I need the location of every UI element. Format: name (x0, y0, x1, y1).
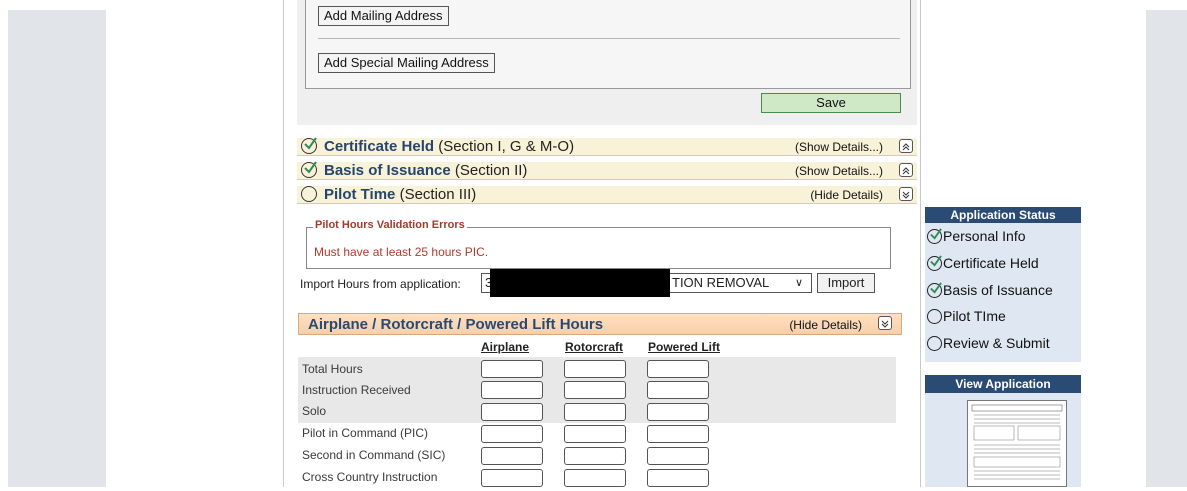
column-header-powered-lift: Powered Lift (648, 340, 721, 354)
status-item-personal-info[interactable]: Personal Info (927, 228, 1026, 244)
left-gutter (8, 10, 106, 487)
hours-input[interactable] (647, 381, 709, 399)
empty-circle-icon (927, 309, 942, 324)
hours-input[interactable] (564, 447, 626, 465)
document-preview-icon (971, 404, 1063, 480)
section-title: Pilot Time (324, 186, 396, 203)
status-item-label: Basis of Issuance (943, 282, 1053, 298)
column-header-airplane: Airplane (481, 340, 530, 354)
row-label: Second in Command (SIC) (302, 448, 446, 462)
show-details-link[interactable]: (Show Details...) (795, 140, 883, 154)
check-circle-icon (301, 137, 317, 154)
status-item-label: Review & Submit (943, 335, 1050, 351)
check-circle-icon (301, 161, 317, 178)
row-label: Pilot in Command (PIC) (302, 426, 429, 440)
redaction-block (490, 269, 670, 297)
status-item-certificate-held[interactable]: Certificate Held (927, 255, 1039, 271)
hours-input[interactable] (564, 381, 626, 399)
row-label: Total Hours (302, 362, 363, 376)
section-title: Basis of Issuance (324, 162, 451, 179)
hours-section-header[interactable]: Airplane / Rotorcraft / Powered Lift Hou… (298, 313, 902, 335)
hide-details-link[interactable]: (Hide Details) (789, 318, 862, 332)
hours-input[interactable] (564, 360, 626, 378)
status-item-pilot-time[interactable]: Pilot TIme (927, 308, 1006, 324)
collapse-toggle-icon[interactable] (899, 139, 913, 153)
validation-errors-legend: Pilot Hours Validation Errors (313, 219, 467, 231)
empty-circle-icon (301, 186, 317, 202)
import-button[interactable]: Import (817, 273, 875, 293)
hours-input[interactable] (481, 381, 543, 399)
hours-input[interactable] (647, 447, 709, 465)
column-header-rotorcraft: Rotorcraft (565, 340, 624, 354)
status-item-review-submit[interactable]: Review & Submit (927, 335, 1050, 351)
hours-input[interactable] (647, 360, 709, 378)
import-hours-label: Import Hours from application: (300, 277, 461, 291)
add-special-mailing-address-button[interactable]: Add Special Mailing Address (318, 53, 495, 73)
application-status-title: Application Status (925, 207, 1081, 223)
save-button[interactable]: Save (761, 93, 901, 113)
validation-error-message: Must have at least 25 hours PIC. (314, 245, 489, 259)
status-item-label: Pilot TIme (943, 308, 1006, 324)
section-subtitle: (Section I, G & M-O) (438, 138, 575, 155)
section-title: Certificate Held (324, 138, 435, 155)
check-circle-icon (927, 282, 942, 298)
hours-input[interactable] (564, 425, 626, 443)
hide-details-link[interactable]: (Hide Details) (810, 188, 883, 202)
hours-input[interactable] (647, 403, 709, 421)
hours-input[interactable] (481, 403, 543, 421)
hours-input[interactable] (564, 403, 626, 421)
row-label: Instruction Received (302, 383, 411, 397)
hours-input[interactable] (564, 469, 626, 487)
section-subtitle: (Section II) (454, 162, 528, 179)
status-item-basis-of-issuance[interactable]: Basis of Issuance (927, 282, 1053, 298)
application-thumbnail[interactable] (967, 400, 1067, 487)
hours-input[interactable] (481, 360, 543, 378)
check-circle-icon (927, 255, 942, 271)
right-gutter (1146, 10, 1187, 487)
hours-input[interactable] (647, 425, 709, 443)
view-application-title: View Application (925, 375, 1081, 393)
add-mailing-address-button[interactable]: Add Mailing Address (318, 6, 449, 26)
row-label: Solo (302, 404, 327, 418)
chevron-down-icon: ∨ (794, 277, 803, 289)
show-details-link[interactable]: (Show Details...) (795, 164, 883, 178)
section-subtitle: (Section III) (399, 186, 477, 203)
section-certificate-held[interactable]: Certificate Held (Section I, G & M-O) (S… (297, 137, 917, 156)
empty-circle-icon (927, 336, 942, 351)
hours-input[interactable] (481, 425, 543, 443)
hours-input[interactable] (647, 469, 709, 487)
row-label: Cross Country Instruction (302, 470, 438, 484)
select-value-suffix: TION REMOVAL (672, 275, 770, 290)
divider (318, 38, 900, 39)
status-item-label: Personal Info (943, 228, 1026, 244)
status-item-label: Certificate Held (943, 255, 1039, 271)
collapse-toggle-icon[interactable] (899, 163, 913, 177)
section-pilot-time[interactable]: Pilot Time (Section III) (Hide Details) (297, 186, 917, 204)
expand-toggle-icon[interactable] (899, 187, 913, 201)
expand-toggle-icon[interactable] (878, 316, 892, 330)
hours-section-title: Airplane / Rotorcraft / Powered Lift Hou… (308, 316, 604, 333)
section-basis-of-issuance[interactable]: Basis of Issuance (Section II) (Show Det… (297, 161, 917, 180)
check-circle-icon (927, 228, 942, 244)
hours-input[interactable] (481, 447, 543, 465)
hours-input[interactable] (481, 469, 543, 487)
